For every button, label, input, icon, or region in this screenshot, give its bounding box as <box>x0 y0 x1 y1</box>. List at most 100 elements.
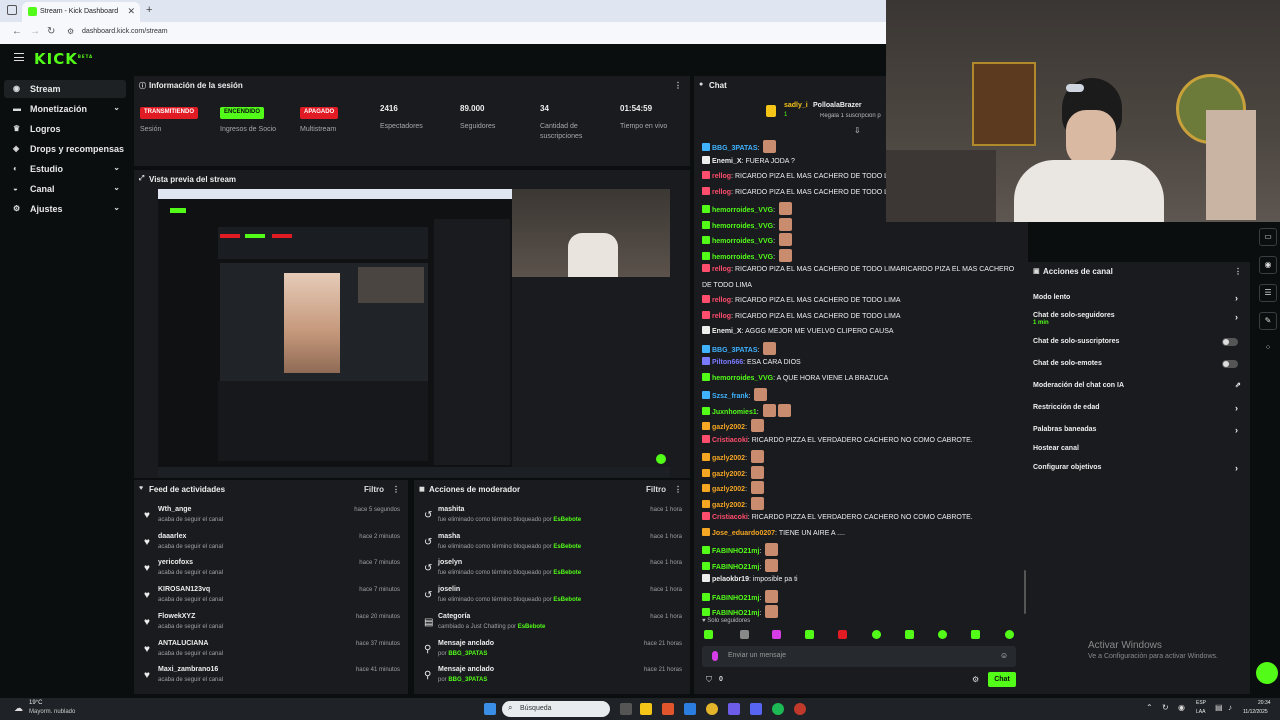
close-tab-icon[interactable]: ✕ <box>127 6 135 17</box>
chat-username[interactable]: FABINHO21mj <box>712 564 759 571</box>
app-icon[interactable] <box>728 703 740 715</box>
emote-icon[interactable] <box>805 630 814 639</box>
more-options-icon[interactable]: ⋮ <box>674 485 682 494</box>
more-options-icon[interactable]: ⋮ <box>674 81 682 90</box>
feed-item[interactable]: ♥ daaarlex acaba de seguir el canal hace 2 … <box>142 533 400 559</box>
chat-message[interactable]: gazly2002: <box>702 465 764 479</box>
forward-icon[interactable]: → <box>30 26 40 37</box>
clock-date[interactable]: 11/12/2025 <box>1243 709 1268 715</box>
action-configure-goals[interactable]: Configurar objetivos › <box>1033 463 1238 473</box>
tools-rail-icon[interactable]: ✎ <box>1259 312 1277 330</box>
chat-message[interactable]: FABINHO21mj: <box>702 589 779 603</box>
chat-username[interactable]: Enemi_X <box>712 328 742 335</box>
chat-username[interactable]: FABINHO21mj <box>712 610 759 617</box>
feed-item[interactable]: ♥ Maxi_zambrano16 acaba de seguir el canal… <box>142 666 400 692</box>
chat-message[interactable]: FABINHO21mj: <box>702 558 779 572</box>
chat-message[interactable]: gazly2002: <box>702 419 764 432</box>
chat-message[interactable]: Enemi_X: FUERA JODA ? <box>702 155 795 168</box>
tray-icon[interactable]: ↻ <box>1162 703 1169 712</box>
chat-username[interactable]: gazly2002 <box>712 424 745 431</box>
chat-username[interactable]: Pilton666 <box>712 359 743 366</box>
feed-item[interactable]: ♥ Wth_ange acaba de seguir el canal hace 5 … <box>142 506 400 532</box>
sidebar-item-stream[interactable]: ◉ Stream <box>4 80 126 98</box>
more-rail-icon[interactable]: ⁘ <box>1259 340 1277 358</box>
menu-icon[interactable] <box>14 53 24 61</box>
mod-action-item[interactable]: ⚲ Mensaje anclado por BBG_3PATAS hace 21 ho… <box>422 640 682 666</box>
mod-action-item[interactable]: ↺ mashita fue eliminado como término bloqu… <box>422 506 682 532</box>
chat-username[interactable]: Cristiacoki <box>712 437 748 444</box>
emote-icon[interactable] <box>938 630 947 639</box>
chat-message[interactable]: rellog: RICARDO PIZA EL MAS CACHERO DE T… <box>702 264 1014 276</box>
volume-icon[interactable]: ♪ <box>1228 703 1232 712</box>
chat-username[interactable]: BBG_3PATAS <box>712 347 758 354</box>
chat-message[interactable]: Jose_eduardo0207: TIENE UN AIRE A .... <box>702 527 845 540</box>
more-options-icon[interactable]: ⋮ <box>392 485 400 494</box>
explorer-icon[interactable] <box>640 703 652 715</box>
chat-username[interactable]: rellog <box>712 297 731 304</box>
chat-input[interactable]: Enviar un mensaje ☺ <box>702 646 1016 667</box>
reload-icon[interactable]: ↻ <box>47 26 55 37</box>
sidebar-item-monetizacion[interactable]: ▬ Monetización ⌄ <box>4 100 126 118</box>
chat-username[interactable]: Cristiacoki <box>712 514 748 521</box>
action-ai-moderation[interactable]: Moderación del chat con IA ⇗ <box>1033 382 1241 389</box>
emoji-icon[interactable]: ☺ <box>1000 651 1008 660</box>
tray-icon[interactable]: ◉ <box>1178 703 1185 712</box>
emote-icon[interactable] <box>740 630 749 639</box>
chat-message[interactable]: hemorroides_VVG: <box>702 202 792 215</box>
chat-username[interactable]: pelaokbr19 <box>712 576 749 583</box>
chat-message[interactable]: Cristiacoki: RICARDO PIZZA EL VERDADERO … <box>702 512 973 524</box>
chat-message[interactable]: gazly2002: <box>702 496 764 510</box>
spotify-icon[interactable] <box>772 703 784 715</box>
chat-username[interactable]: rellog <box>712 173 731 180</box>
chat-username[interactable]: rellog <box>712 313 731 320</box>
chat-message[interactable]: Enemi_X: AGGG MEJOR ME VUELVO CLIPERO CA… <box>702 326 894 338</box>
mod-action-item[interactable]: ↺ joselyn fue eliminado como término bloqu… <box>422 559 682 585</box>
windows-start-icon[interactable] <box>484 703 496 715</box>
chat-scrollbar[interactable] <box>1024 570 1026 614</box>
sidebar-item-logros[interactable]: ♛ Logros <box>4 120 126 138</box>
chat-username[interactable]: hemorroides_VVG <box>712 207 773 214</box>
mod-action-item[interactable]: ▤ Categoría cambiado a Just Chatting por E… <box>422 613 682 639</box>
emote-icon[interactable] <box>838 630 847 639</box>
action-slow-mode[interactable]: Modo lento › <box>1033 293 1238 303</box>
sidebar-item-ajustes[interactable]: ⚙ Ajustes ⌄ <box>4 200 126 218</box>
chat-message[interactable]: Cristiacoki: RICARDO PIZZA EL VERDADERO … <box>702 434 973 447</box>
obs-icon[interactable] <box>794 703 806 715</box>
tray-chevron-icon[interactable]: ⌃ <box>1146 703 1153 712</box>
chat-settings-icon[interactable]: ⚙ <box>972 675 979 684</box>
url-field[interactable]: dashboard.kick.com/stream <box>82 28 168 35</box>
subs-only-toggle[interactable] <box>1222 338 1238 346</box>
app-icon[interactable] <box>684 703 696 715</box>
tab-actions-icon[interactable] <box>7 5 17 15</box>
emote-icon[interactable] <box>772 630 781 639</box>
feed-item[interactable]: ♥ ANTALUCIANA acaba de seguir el canal hace… <box>142 640 400 666</box>
chat-message[interactable]: hemorroides_VVG: <box>702 233 792 246</box>
site-info-icon[interactable]: ⚙ <box>67 27 74 36</box>
sidebar-item-estudio[interactable]: ◐ Estudio ⌄ <box>4 160 126 178</box>
filter-button[interactable]: Filtro <box>364 485 384 494</box>
broadcast-rail-icon[interactable]: ◉ <box>1259 256 1277 274</box>
filter-button[interactable]: Filtro <box>646 485 666 494</box>
discord-icon[interactable] <box>750 703 762 715</box>
chat-message[interactable]: gazly2002: <box>702 481 764 494</box>
microphone-icon[interactable] <box>712 651 718 661</box>
mod-action-item[interactable]: ⚲ Mensaje anclado por BBG_3PATAS hace 21 ho… <box>422 666 682 692</box>
emote-icon[interactable] <box>872 630 881 639</box>
feed-item[interactable]: ♥ yericofoxs acaba de seguir el canal hace … <box>142 559 400 585</box>
users-rail-icon[interactable]: ☰ <box>1259 284 1277 302</box>
action-age-restriction[interactable]: Restricción de edad › <box>1033 403 1238 413</box>
chat-message[interactable]: rellog: RICARDO PIZA EL MAS CACHERO DE T… <box>702 186 888 199</box>
stream-preview-video[interactable] <box>158 189 670 477</box>
sidebar-item-canal[interactable]: ◒ Canal ⌄ <box>4 180 126 198</box>
chat-username[interactable]: hemorroides_VVG <box>712 375 773 382</box>
back-icon[interactable]: ← <box>12 26 22 37</box>
pinned-gift[interactable]: sadly_i 1 PolloalaBrazer Regala 1 suscri… <box>766 102 886 124</box>
chat-username[interactable]: Jose_eduardo0207 <box>712 530 775 537</box>
help-fab-button[interactable] <box>1256 662 1278 684</box>
chat-message[interactable]: Pilton666: ESA CARA DIOS <box>702 357 801 369</box>
chat-message[interactable]: hemorroides_VVG: A QUE HORA VIENE LA BRA… <box>702 372 888 385</box>
mod-action-item[interactable]: ↺ joselin fue eliminado como término bloqu… <box>422 586 682 612</box>
emotes-only-toggle[interactable] <box>1222 360 1238 368</box>
chat-rail-icon[interactable]: ▭ <box>1259 228 1277 246</box>
chat-username[interactable]: hemorroides_VVG <box>712 254 773 261</box>
